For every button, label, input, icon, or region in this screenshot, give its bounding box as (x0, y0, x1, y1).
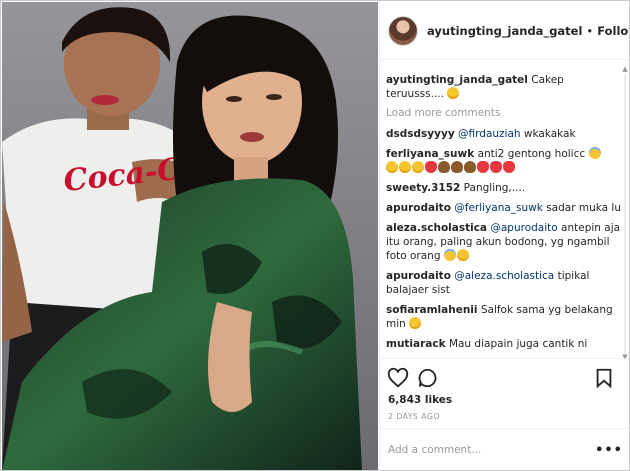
comment-username[interactable]: mutiarack (386, 338, 446, 350)
comment-item: sweety.3152 Pangling,.... (386, 181, 623, 195)
photo-illustration: Coca-Cola (2, 2, 378, 470)
poop-emoji-icon (451, 161, 463, 173)
comment-mention[interactable]: @firdauziah (458, 128, 521, 140)
following-button[interactable]: Following (597, 24, 629, 38)
sweat-smile-emoji-icon (409, 317, 422, 329)
heart-icon[interactable] (387, 367, 409, 389)
comment-mention[interactable]: @apurodaito (490, 222, 557, 234)
poop-emoji-icon (464, 161, 476, 173)
hand-emoji-icon (456, 249, 469, 261)
tongue-out-emoji-icon (425, 161, 437, 173)
scrollbar-track[interactable] (624, 74, 626, 354)
heart-eyes-emoji-icon (447, 87, 460, 99)
add-comment-bar: Add a comment... ••• (380, 428, 629, 470)
red-emoji-icon (503, 161, 515, 173)
comment-item: aleza.scholastica @apurodaito antepin aj… (386, 221, 623, 263)
caption-username[interactable]: ayutingting_janda_gatel (386, 74, 528, 86)
header-username[interactable]: ayutingting_janda_gatel (427, 24, 582, 38)
comment-mention[interactable]: @ferliyana_suwk (454, 202, 543, 214)
post-sidebar: ayutingting_janda_gatel • Following ayut… (379, 2, 629, 470)
comment-item: mutiarack Mau diapain juga cantik ni (386, 337, 623, 351)
post-photo[interactable]: Coca-Cola (2, 2, 378, 470)
comment-item: apurodaito @aleza.scholastica tipikal ba… (386, 269, 623, 297)
comment-item: sofiaramlahenii Salfok sama yg belakang … (386, 303, 623, 331)
post-timestamp[interactable]: 2 DAYS AGO (388, 412, 440, 421)
red-emoji-icon (477, 161, 489, 173)
comment-username[interactable]: ferliyana_suwk (386, 148, 474, 160)
grin-sweat-emoji-icon (443, 249, 456, 261)
action-bar (380, 358, 629, 394)
scroll-up-arrow-icon[interactable]: ▲ (621, 66, 629, 73)
laugh-emoji-icon (386, 161, 398, 173)
tongue-emoji-icon (412, 161, 424, 173)
comments-list[interactable]: ayutingting_janda_gatel Cakep teruusss..… (380, 61, 629, 356)
comment-text: Mau diapain juga cantik ni (448, 338, 588, 350)
post-header: ayutingting_janda_gatel • Following (380, 2, 629, 60)
comment-item: ferliyana_suwk anti2 gentong holicc (386, 147, 623, 175)
red-emoji-icon (490, 161, 502, 173)
comment-item: apurodaito @ferliyana_suwk sadar muka lu (386, 201, 623, 215)
comment-username[interactable]: dsdsdsyyyy (386, 128, 455, 140)
laugh-emoji-icon (399, 161, 411, 173)
comment-icon[interactable] (417, 367, 439, 389)
comments-scrollbar[interactable]: ▲ ▼ (621, 66, 629, 361)
grin-sweat-emoji-icon (588, 147, 601, 159)
caption: ayutingting_janda_gatel Cakep teruusss..… (386, 73, 623, 101)
comment-username[interactable]: apurodaito (386, 270, 451, 282)
comment-username[interactable]: sofiaramlahenii (386, 304, 478, 316)
comment-username[interactable]: apurodaito (386, 202, 451, 214)
comment-item: dsdsdsyyyy @firdauziah wkakakak (386, 127, 623, 141)
header-separator: • (586, 23, 594, 38)
add-comment-input[interactable]: Add a comment... (388, 444, 595, 456)
load-more-comments-button[interactable]: Load more comments (386, 107, 623, 119)
more-options-icon[interactable]: ••• (595, 443, 623, 458)
likes-count[interactable]: 6,843 likes (388, 394, 452, 406)
header-text: ayutingting_janda_gatel • Following (427, 23, 629, 38)
comment-username[interactable]: aleza.scholastica (386, 222, 487, 234)
comment-text: anti2 gentong holicc (477, 148, 586, 160)
instagram-post-window: Coca-Cola ayutingting_janda_gatel • Foll… (0, 0, 630, 471)
comment-text: sadar muka lu (546, 202, 621, 214)
comment-username[interactable]: sweety.3152 (386, 182, 460, 194)
poop-emoji-icon (438, 161, 450, 173)
comment-text: wkakakak (523, 128, 576, 140)
avatar[interactable] (388, 15, 418, 46)
comment-text: Pangling,.... (463, 182, 526, 194)
comment-mention[interactable]: @aleza.scholastica (454, 270, 554, 282)
bookmark-icon[interactable] (593, 367, 615, 389)
